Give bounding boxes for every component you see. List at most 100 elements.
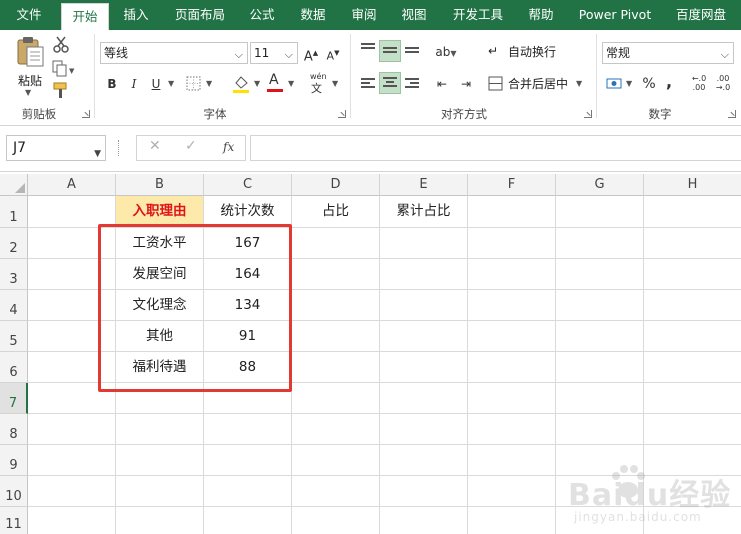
row-header-1[interactable]: 1 bbox=[0, 196, 28, 228]
fill-color-button[interactable]: ▼ bbox=[232, 74, 264, 94]
column-header-h[interactable]: H bbox=[644, 174, 741, 196]
underline-dropdown-icon[interactable]: ▼ bbox=[168, 79, 174, 88]
font-size-select[interactable]: 11 ⌵ bbox=[250, 42, 298, 64]
tab-help[interactable]: 帮助 bbox=[520, 0, 562, 30]
row-header-10[interactable]: 10 bbox=[0, 476, 28, 507]
row-header-2[interactable]: 2 bbox=[0, 228, 28, 259]
row-header-7[interactable]: 7 bbox=[0, 383, 28, 414]
svg-text:▼: ▼ bbox=[69, 67, 75, 75]
align-left-icon[interactable] bbox=[361, 78, 377, 92]
increase-font-icon[interactable]: A▲ bbox=[302, 43, 320, 67]
group-separator bbox=[596, 34, 597, 118]
name-box[interactable]: J7 ▼ bbox=[6, 135, 106, 161]
row-header-9[interactable]: 9 bbox=[0, 445, 28, 476]
cell-e1[interactable]: 累计占比 bbox=[380, 196, 467, 227]
cancel-icon[interactable]: ✕ bbox=[149, 138, 161, 154]
wrap-text-button[interactable]: ↵ 自动换行 bbox=[488, 42, 568, 62]
select-all-button[interactable] bbox=[0, 174, 28, 196]
insert-function-icon[interactable]: fx bbox=[223, 140, 234, 154]
increase-decimal-icon[interactable]: ←.0.00 bbox=[690, 74, 708, 92]
row-number: 4 bbox=[9, 303, 18, 318]
gridline bbox=[467, 196, 468, 534]
alignment-launcher-icon[interactable] bbox=[584, 110, 592, 118]
worksheet-grid: A B C D E F G H 1 2 3 4 5 6 7 8 9 10 11 … bbox=[0, 174, 741, 534]
tab-insert[interactable]: 插入 bbox=[114, 0, 158, 30]
cell-c1[interactable]: 统计次数 bbox=[204, 196, 291, 227]
chevron-down-icon: ⌵ bbox=[284, 48, 293, 61]
tab-developer[interactable]: 开发工具 bbox=[446, 0, 510, 30]
row-header-11[interactable]: 11 bbox=[0, 507, 28, 534]
align-center-icon bbox=[383, 77, 399, 91]
row-header-4[interactable]: 4 bbox=[0, 290, 28, 321]
phonetic-button[interactable]: wén 文 ▼ bbox=[308, 72, 342, 95]
number-launcher-icon[interactable] bbox=[728, 110, 736, 118]
merge-center-button[interactable]: 合并后居中 ▼ bbox=[488, 74, 586, 94]
cell-d1[interactable]: 占比 bbox=[292, 196, 379, 227]
column-header-c[interactable]: C bbox=[204, 174, 292, 196]
tab-page-layout[interactable]: 页面布局 bbox=[168, 0, 232, 30]
decrease-decimal-icon[interactable]: .00 →.0 bbox=[714, 74, 732, 92]
column-header-a[interactable]: A bbox=[28, 174, 116, 196]
row-number: 2 bbox=[9, 241, 18, 256]
column-header-e[interactable]: E bbox=[380, 174, 468, 196]
font-name-value: 等线 bbox=[104, 46, 129, 60]
decrease-indent-icon[interactable]: ⇤ bbox=[432, 74, 452, 94]
underline-button[interactable]: U bbox=[148, 74, 164, 94]
font-name-select[interactable]: 等线 ⌵ bbox=[100, 42, 248, 64]
tab-power-pivot[interactable]: Power Pivot bbox=[572, 0, 658, 30]
row-header-8[interactable]: 8 bbox=[0, 414, 28, 445]
cell-b1[interactable]: 入职理由 bbox=[116, 196, 203, 227]
row-header-3[interactable]: 3 bbox=[0, 259, 28, 290]
tab-data[interactable]: 数据 bbox=[292, 0, 334, 30]
format-painter-icon[interactable] bbox=[52, 82, 70, 100]
align-top-icon[interactable] bbox=[361, 43, 377, 57]
tab-formulas[interactable]: 公式 bbox=[242, 0, 282, 30]
gridline bbox=[555, 196, 556, 534]
paste-button[interactable]: 粘贴 ▼ bbox=[10, 36, 50, 98]
formula-bar-grip-icon[interactable] bbox=[118, 140, 121, 156]
paste-label: 粘贴 bbox=[17, 74, 42, 88]
align-middle-button[interactable] bbox=[379, 40, 401, 62]
column-header-g[interactable]: G bbox=[556, 174, 644, 196]
row-header-5[interactable]: 5 bbox=[0, 321, 28, 352]
watermark-url: jingyan.baidu.com bbox=[574, 510, 702, 524]
ribbon-tab-bar: 文件 开始 插入 页面布局 公式 数据 审阅 视图 开发工具 帮助 Power … bbox=[0, 0, 741, 30]
font-launcher-icon[interactable] bbox=[338, 110, 346, 118]
enter-icon[interactable]: ✓ bbox=[185, 138, 197, 154]
align-bottom-icon[interactable] bbox=[405, 47, 421, 61]
copy-icon[interactable]: ▼ bbox=[52, 60, 76, 78]
align-center-button[interactable] bbox=[379, 72, 401, 94]
tab-file[interactable]: 文件 bbox=[4, 0, 54, 30]
tab-baidu-netdisk[interactable]: 百度网盘 bbox=[668, 0, 734, 30]
tab-view[interactable]: 视图 bbox=[394, 0, 434, 30]
cut-icon[interactable] bbox=[52, 36, 70, 54]
increase-indent-icon[interactable]: ⇥ bbox=[456, 74, 476, 94]
column-header-f[interactable]: F bbox=[468, 174, 556, 196]
decrease-font-icon[interactable]: A▼ bbox=[324, 43, 342, 67]
row-number: 3 bbox=[9, 272, 18, 287]
row-number: 5 bbox=[9, 334, 18, 349]
formula-input[interactable] bbox=[250, 135, 741, 161]
font-color-button[interactable]: A ▼ bbox=[266, 72, 298, 94]
accounting-format-button[interactable]: ▼ bbox=[606, 74, 636, 94]
clipboard-launcher-icon[interactable] bbox=[82, 110, 90, 118]
percent-button[interactable]: % bbox=[640, 74, 658, 94]
number-format-select[interactable]: 常规 ⌵ bbox=[602, 42, 734, 64]
fill-color-dropdown-icon: ▼ bbox=[254, 79, 261, 88]
comma-button[interactable]: , bbox=[662, 72, 676, 92]
italic-button[interactable]: I bbox=[126, 74, 142, 94]
row-number: 10 bbox=[5, 489, 22, 504]
border-button[interactable]: ▼ bbox=[186, 76, 216, 92]
column-header-d[interactable]: D bbox=[292, 174, 380, 196]
row-number: 8 bbox=[9, 427, 18, 442]
row-header-6[interactable]: 6 bbox=[0, 352, 28, 383]
column-header-b[interactable]: B bbox=[116, 174, 204, 196]
align-right-icon[interactable] bbox=[405, 78, 421, 92]
orientation-icon[interactable]: ab▼ bbox=[432, 42, 460, 64]
bold-button[interactable]: B bbox=[104, 74, 120, 94]
formula-bar: J7 ▼ ✕ ✓ fx bbox=[0, 126, 741, 172]
tab-home[interactable]: 开始 bbox=[61, 3, 109, 30]
group-separator bbox=[94, 34, 95, 118]
tab-review[interactable]: 审阅 bbox=[344, 0, 384, 30]
watermark-brand: Baidu经验 bbox=[568, 478, 732, 513]
